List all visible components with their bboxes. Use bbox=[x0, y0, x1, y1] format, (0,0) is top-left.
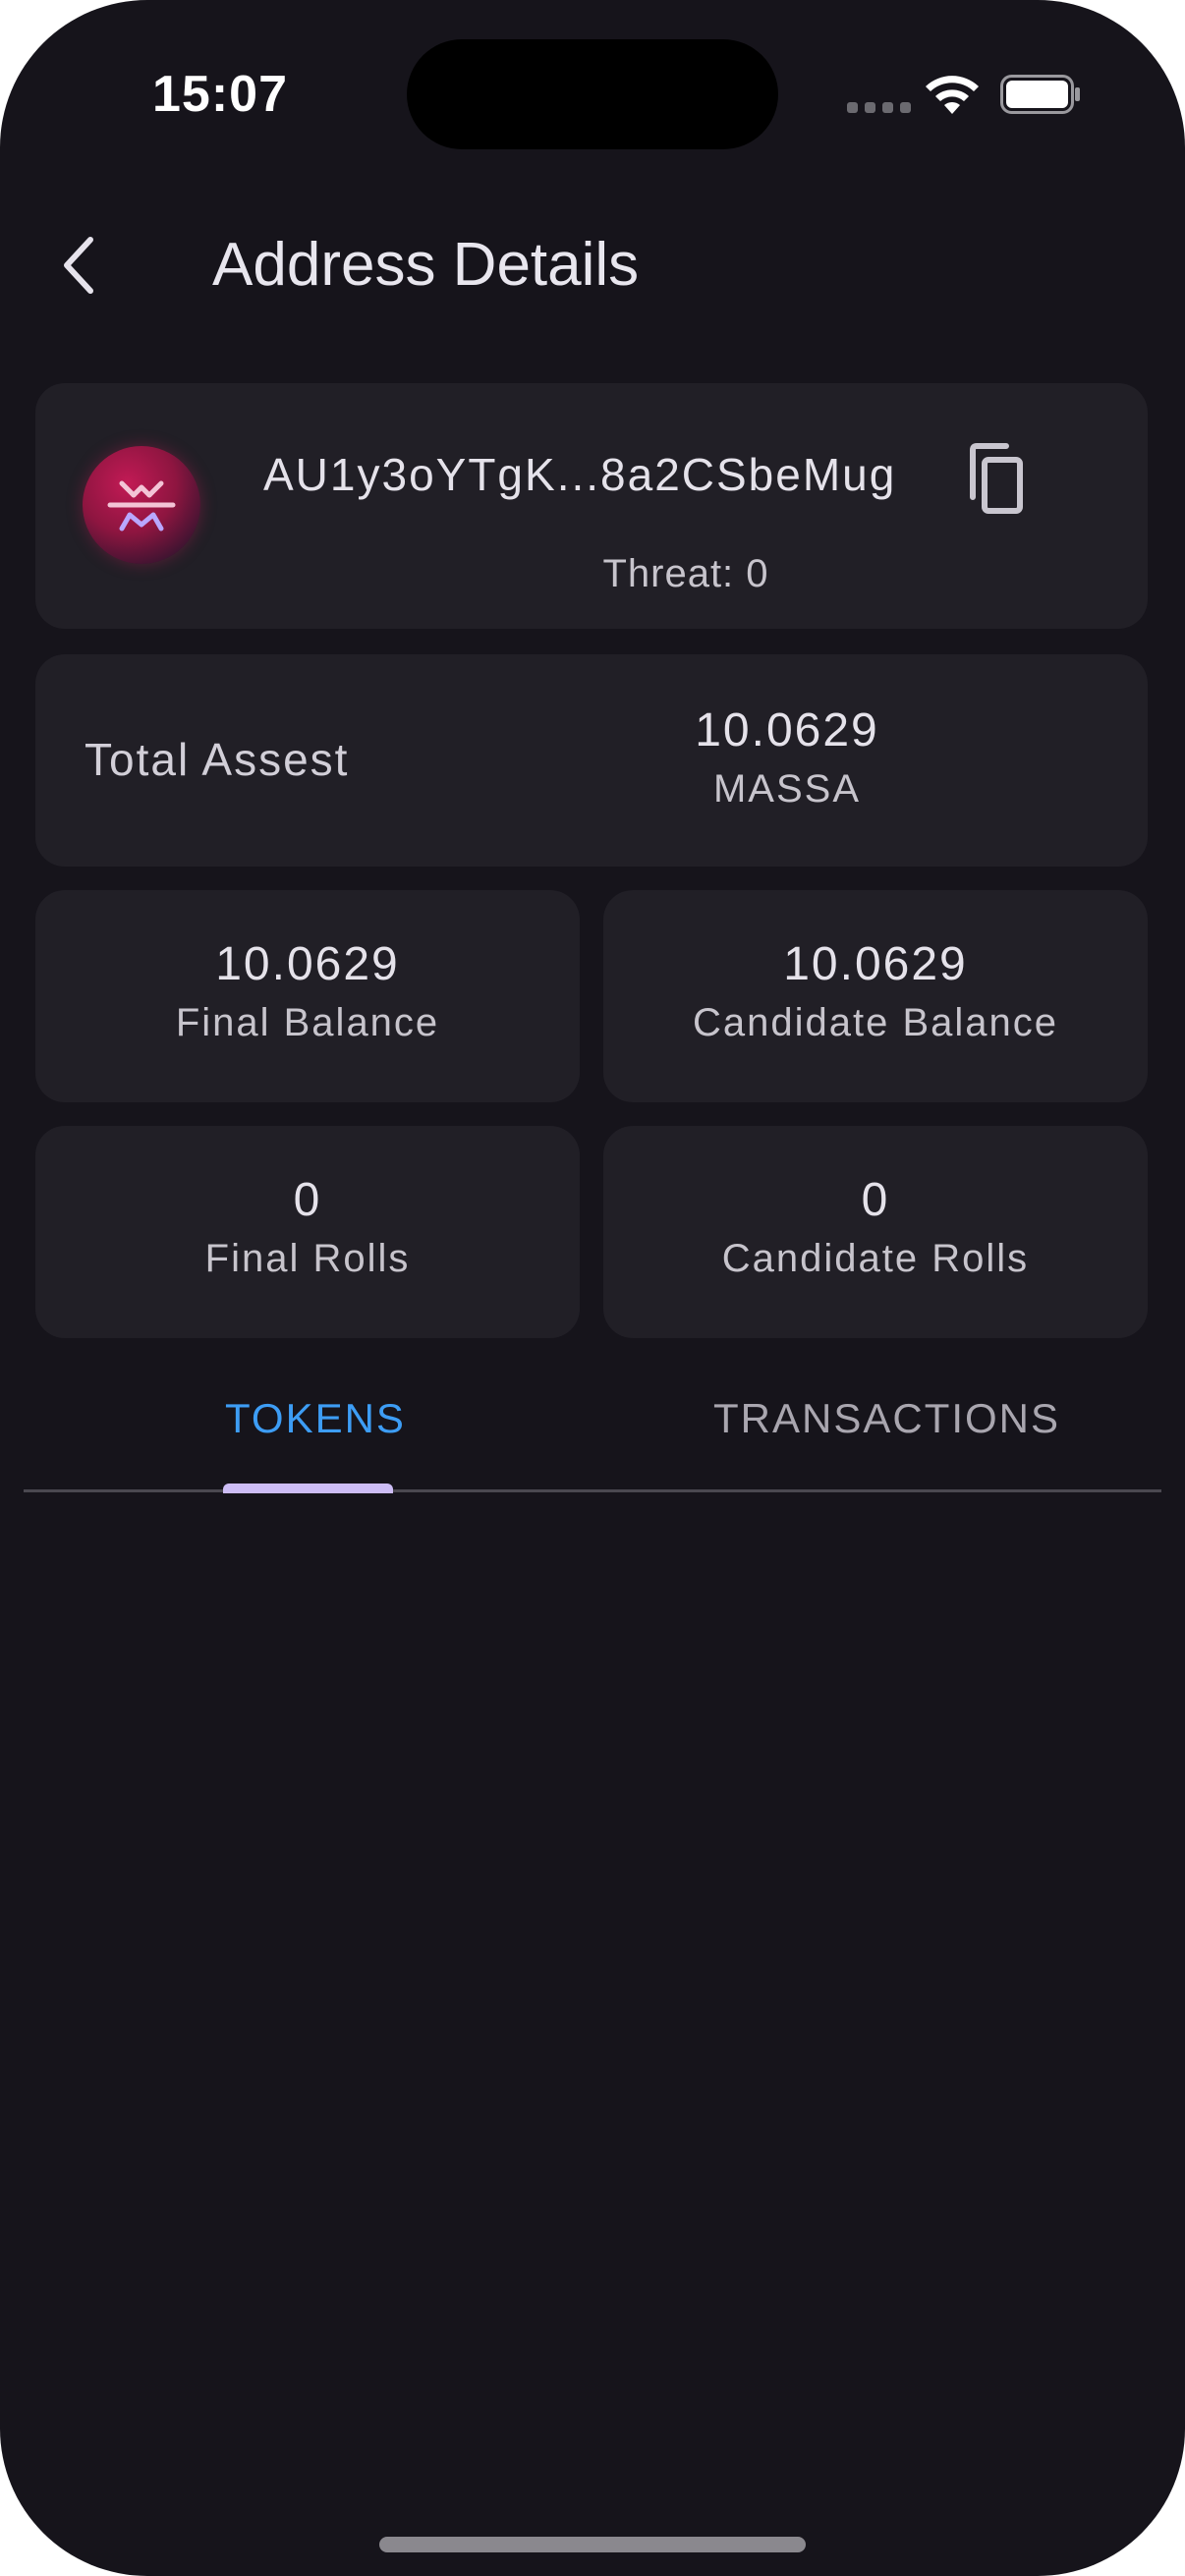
final-balance-value: 10.0629 bbox=[215, 938, 400, 990]
tab-divider bbox=[24, 1489, 1161, 1492]
candidate-rolls-label: Candidate Rolls bbox=[721, 1237, 1030, 1280]
page-title: Address Details bbox=[212, 231, 640, 299]
cellular-signal-icon bbox=[847, 102, 911, 113]
copy-icon[interactable] bbox=[959, 442, 1028, 517]
tab-bar: TOKENS TRANSACTIONS bbox=[24, 1356, 1161, 1493]
candidate-rolls-card: 0 Candidate Rolls bbox=[603, 1126, 1148, 1338]
massa-logo-icon bbox=[107, 480, 176, 532]
tab-transactions[interactable]: TRANSACTIONS bbox=[713, 1395, 1060, 1442]
phone-screen: 15:07 Address Details AU1y3oYTgK...8a2CS… bbox=[0, 0, 1185, 2576]
final-rolls-card: 0 Final Rolls bbox=[35, 1126, 580, 1338]
candidate-balance-card: 10.0629 Candidate Balance bbox=[603, 890, 1148, 1102]
total-assets-value: 10.0629 bbox=[695, 704, 879, 756]
address-card: AU1y3oYTgK...8a2CSbeMug Threat: 0 bbox=[35, 383, 1148, 629]
threat-label: Threat: 0 bbox=[602, 552, 769, 595]
back-chevron-icon[interactable] bbox=[57, 230, 106, 301]
final-balance-label: Final Balance bbox=[175, 1001, 440, 1044]
candidate-rolls-value: 0 bbox=[861, 1174, 890, 1226]
final-rolls-label: Final Rolls bbox=[204, 1237, 411, 1280]
wifi-icon bbox=[926, 76, 979, 114]
candidate-balance-value: 10.0629 bbox=[783, 938, 968, 990]
active-tab-indicator bbox=[223, 1484, 393, 1493]
tab-tokens[interactable]: TOKENS bbox=[225, 1395, 406, 1442]
final-rolls-value: 0 bbox=[293, 1174, 322, 1226]
candidate-balance-label: Candidate Balance bbox=[692, 1001, 1059, 1044]
total-assets-label: Total Assest bbox=[85, 734, 350, 785]
total-assets-values: 10.0629 MASSA bbox=[586, 701, 988, 817]
status-time: 15:07 bbox=[152, 66, 288, 123]
total-assets-unit: MASSA bbox=[712, 767, 862, 811]
total-assets-card: Total Assest 10.0629 MASSA bbox=[35, 654, 1148, 867]
dynamic-island bbox=[407, 39, 778, 149]
battery-icon bbox=[1000, 75, 1080, 114]
final-balance-card: 10.0629 Final Balance bbox=[35, 890, 580, 1102]
home-indicator[interactable] bbox=[379, 2537, 806, 2552]
massa-logo-avatar bbox=[83, 446, 200, 564]
wallet-address: AU1y3oYTgK...8a2CSbeMug bbox=[263, 449, 897, 500]
